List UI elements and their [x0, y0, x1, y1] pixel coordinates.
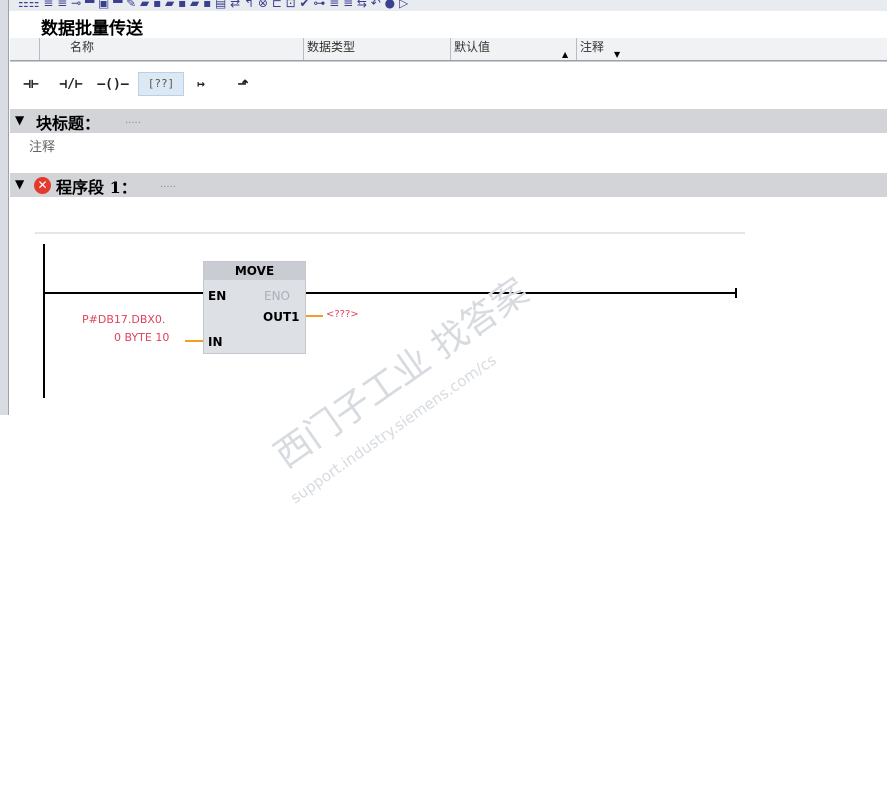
move-instruction-box[interactable]: MOVE EN ENO OUT1 IN	[203, 261, 306, 354]
move-instruction-title: MOVE	[204, 262, 305, 280]
pin-out1: OUT1	[263, 310, 300, 324]
pin-en: EN	[208, 289, 227, 303]
pin-in: IN	[208, 335, 223, 349]
pin-eno: ENO	[264, 289, 291, 303]
out-operand[interactable]: <???>	[326, 309, 359, 320]
in-operand-line1[interactable]: P#DB17.DBX0.	[82, 313, 165, 326]
in-operand-line2[interactable]: 0 BYTE 10	[114, 331, 169, 344]
